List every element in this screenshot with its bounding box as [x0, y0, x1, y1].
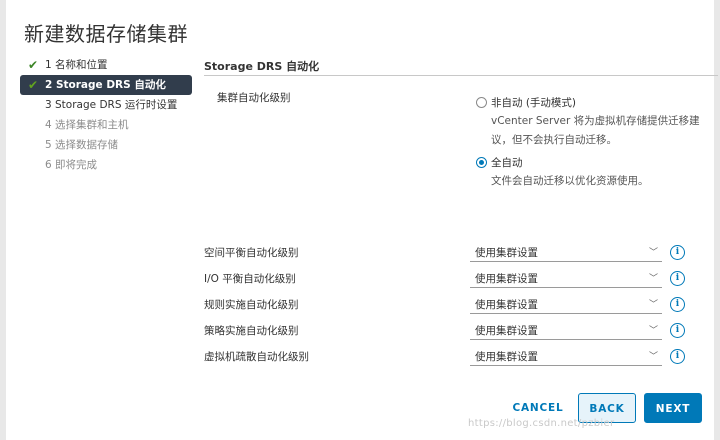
rule-enforcement-label: 规则实施自动化级别 [204, 299, 299, 311]
new-datastore-cluster-dialog: 新建数据存储集群 ✔ 1 名称和位置 ✔ 2 Storage DRS 自动化 3… [6, 0, 718, 440]
step-select-clusters-hosts: 4 选择集群和主机 [20, 115, 192, 135]
space-balance-label: 空间平衡自动化级别 [204, 247, 299, 259]
chevron-down-icon: ﹀ [648, 352, 658, 362]
watermark: https://blog.csdn.net/pzbier [468, 418, 615, 429]
space-balance-select[interactable]: 使用集群设置 ﹀ [470, 242, 662, 262]
step-label: 6 即将完成 [45, 159, 98, 171]
step-label: 2 Storage DRS 自动化 [45, 79, 166, 91]
step-select-datastores: 5 选择数据存储 [20, 135, 192, 155]
chevron-down-icon: ﹀ [648, 248, 658, 258]
radio-fully-automated[interactable] [476, 157, 487, 168]
step-label: 1 名称和位置 [45, 59, 108, 71]
section-title: Storage DRS 自动化 [204, 60, 320, 73]
chevron-down-icon: ﹀ [648, 326, 658, 336]
step-ready-to-complete: 6 即将完成 [20, 155, 192, 175]
cluster-automation-label: 集群自动化级别 [217, 92, 291, 104]
step-label: 5 选择数据存储 [45, 139, 119, 151]
step-content: Storage DRS 自动化 集群自动化级别 非自动 (手动模式) vCent… [204, 55, 718, 385]
policy-enforcement-select[interactable]: 使用集群设置 ﹀ [470, 320, 662, 340]
checkmark-icon: ✔ [28, 58, 39, 72]
option-fully-automated-description: 文件会自动迁移以优化资源使用。 [491, 175, 649, 187]
checkmark-icon: ✔ [28, 78, 39, 92]
step-storage-drs-runtime[interactable]: 3 Storage DRS 运行时设置 [20, 95, 192, 115]
info-icon[interactable]: i [670, 323, 685, 338]
option-manual-description: vCenter Server 将为虚拟机存储提供迁移建 议，但不会执行自动迁移。 [491, 115, 700, 146]
dialog-title: 新建数据存储集群 [24, 22, 188, 46]
radio-manual-mode[interactable] [476, 97, 487, 108]
io-balance-label: I/O 平衡自动化级别 [204, 273, 296, 285]
option-manual-label: 非自动 (手动模式) [491, 97, 577, 109]
info-icon[interactable]: i [670, 245, 685, 260]
wizard-steps: ✔ 1 名称和位置 ✔ 2 Storage DRS 自动化 3 Storage … [20, 55, 192, 175]
step-label: 4 选择集群和主机 [45, 119, 129, 131]
policy-enforcement-label: 策略实施自动化级别 [204, 325, 299, 337]
vm-evacuation-label: 虚拟机疏散自动化级别 [204, 351, 309, 363]
divider [204, 75, 718, 76]
chevron-down-icon: ﹀ [648, 274, 658, 284]
io-balance-select[interactable]: 使用集群设置 ﹀ [470, 268, 662, 288]
rule-enforcement-select[interactable]: 使用集群设置 ﹀ [470, 294, 662, 314]
chevron-down-icon: ﹀ [648, 300, 658, 310]
vm-evacuation-select[interactable]: 使用集群设置 ﹀ [470, 346, 662, 366]
step-storage-drs-automation[interactable]: ✔ 2 Storage DRS 自动化 [20, 75, 192, 95]
next-button[interactable]: NEXT [644, 393, 702, 423]
step-label: 3 Storage DRS 运行时设置 [45, 99, 178, 111]
step-name-location[interactable]: ✔ 1 名称和位置 [20, 55, 192, 75]
option-fully-automated-label: 全自动 [491, 157, 523, 169]
info-icon[interactable]: i [670, 297, 685, 312]
info-icon[interactable]: i [670, 271, 685, 286]
info-icon[interactable]: i [670, 349, 685, 364]
